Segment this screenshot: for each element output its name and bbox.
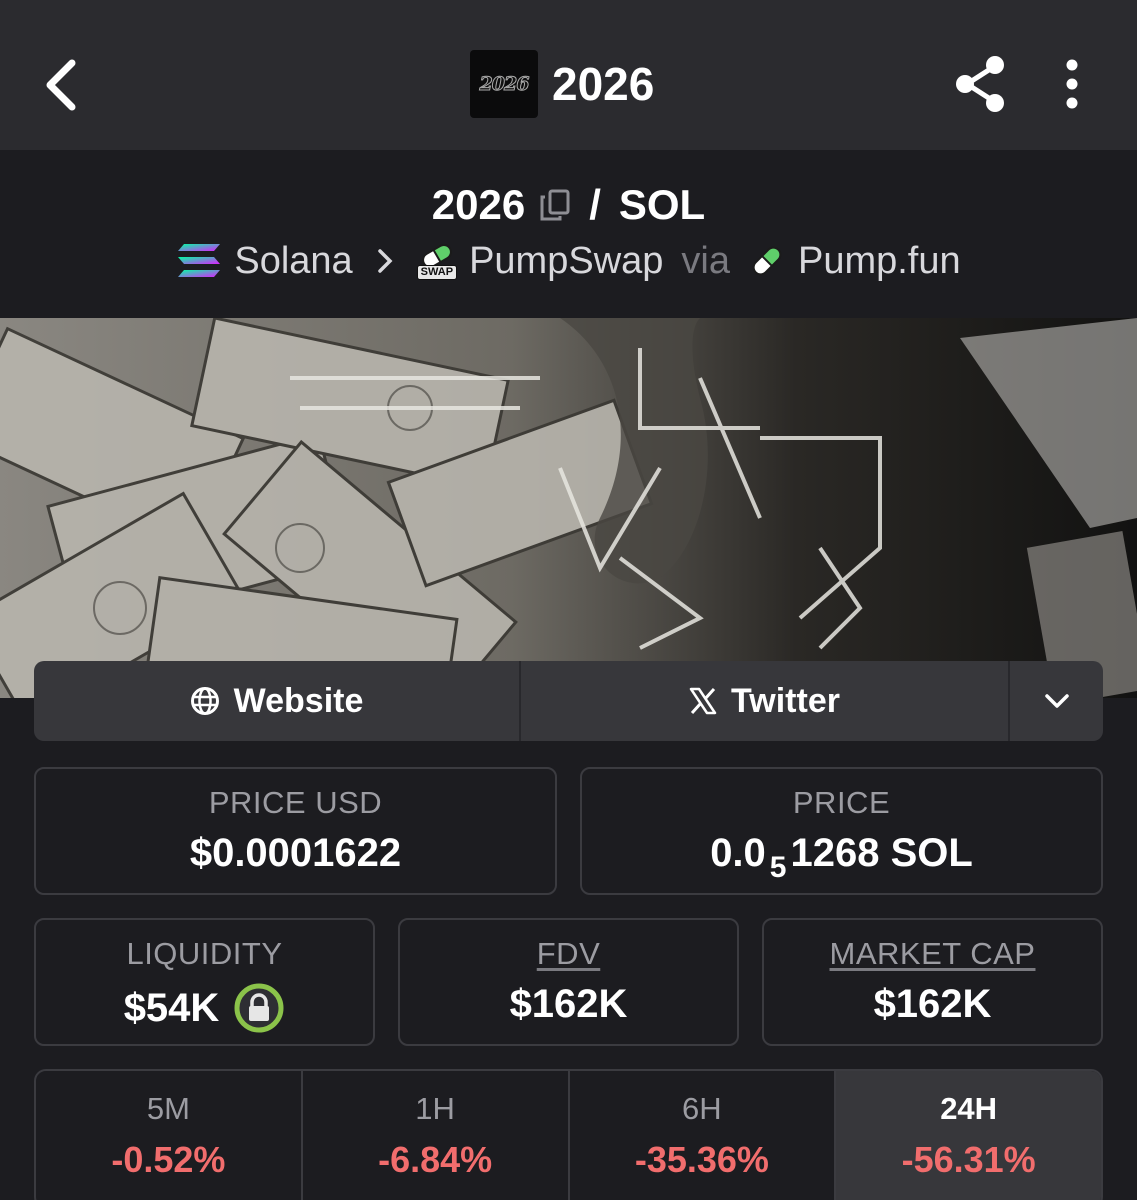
copy-icon <box>540 189 570 221</box>
website-button[interactable]: Website <box>34 661 521 741</box>
chain-name: Solana <box>234 239 353 282</box>
fdv-label-wrap: FDV <box>400 936 737 972</box>
token-logo-text: 2026 <box>479 73 530 96</box>
price-zero-count: 5 <box>769 850 787 884</box>
back-arrow-icon <box>46 59 76 111</box>
price-usd-text: $0.0001622 <box>189 831 402 875</box>
price-change: -0.52% <box>111 1139 226 1180</box>
share-button[interactable] <box>948 52 1012 116</box>
more-options-button[interactable] <box>1046 52 1098 116</box>
dex-name: PumpSwap <box>469 239 664 282</box>
chevron-down-icon <box>1044 694 1069 708</box>
dex-pumpswap[interactable]: SWAP PumpSwap <box>416 239 664 283</box>
fdv-value: $162K <box>400 982 737 1027</box>
social-links-bar: Website Twitter <box>34 661 1103 741</box>
pumpswap-icon: SWAP <box>416 243 458 280</box>
liquidity-label: LIQUIDITY <box>126 936 283 971</box>
tab-label: 24H <box>940 1091 998 1126</box>
pair-separator: / <box>589 181 601 228</box>
launchpad-pumpfun[interactable]: Pump.fun <box>748 240 961 283</box>
fdv-label: FDV <box>536 936 601 971</box>
base-token: 2026 <box>431 181 526 228</box>
price-usd-label: PRICE USD <box>208 785 383 820</box>
pill-icon <box>752 246 782 276</box>
twitter-button[interactable]: Twitter <box>521 661 1010 741</box>
globe-icon <box>190 686 220 716</box>
tab-1h[interactable]: 1H -6.84% <box>303 1071 570 1200</box>
pair-name: 2026 / SOL <box>0 180 1137 230</box>
liquidity-card: LIQUIDITY $54K <box>34 918 375 1046</box>
pair-header: 2026 / SOL Solana SWAP PumpSwap via Pump… <box>0 150 1137 318</box>
price-label: PRICE <box>792 785 891 820</box>
more-links-dropdown[interactable] <box>1010 661 1103 741</box>
liquidity-value: $54K <box>36 982 373 1034</box>
website-label: Website <box>233 681 364 720</box>
via-text: via <box>681 239 730 282</box>
tab-label: 6H <box>682 1091 722 1126</box>
fdv-card[interactable]: FDV $162K <box>398 918 739 1046</box>
quote-token: SOL <box>618 181 706 228</box>
copy-address-button[interactable] <box>539 188 571 222</box>
market-cap-text: $162K <box>873 982 992 1026</box>
chevron-right-icon <box>377 248 393 274</box>
back-button[interactable] <box>30 50 90 120</box>
app-bar: 2026 2026 <box>0 0 1137 150</box>
tab-label: 1H <box>415 1091 455 1126</box>
x-icon <box>689 687 717 715</box>
price-sol-card: PRICE 0.0 5 1268 SOL <box>580 767 1103 895</box>
mcap-label-wrap: MARKET CAP <box>764 936 1101 972</box>
share-icon <box>956 56 1004 112</box>
chain-breadcrumb: Solana SWAP PumpSwap via Pump.fun <box>0 236 1137 286</box>
price-sol-value: 0.0 5 1268 SOL <box>582 831 1101 884</box>
market-cap-card[interactable]: MARKET CAP $162K <box>762 918 1103 1046</box>
tab-label: 5M <box>146 1091 190 1126</box>
launchpad-name: Pump.fun <box>797 239 961 282</box>
price-usd-value: $0.0001622 <box>36 831 555 876</box>
tab-5m[interactable]: 5M -0.52% <box>36 1071 303 1200</box>
lock-icon <box>234 983 284 1033</box>
price-change: -6.84% <box>378 1139 493 1180</box>
token-banner-image <box>0 318 1137 698</box>
liquidity-lock-button[interactable] <box>233 982 285 1034</box>
chain-solana[interactable]: Solana <box>176 239 353 283</box>
fdv-text: $162K <box>509 982 628 1026</box>
price-suffix: 1268 SOL <box>790 831 973 875</box>
timeframe-tabs: 5M -0.52% 1H -6.84% 6H -35.36% 24H -56.3… <box>34 1069 1103 1200</box>
market-cap-label: MARKET CAP <box>829 936 1036 971</box>
tab-6h[interactable]: 6H -35.36% <box>570 1071 837 1200</box>
market-cap-value: $162K <box>764 982 1101 1027</box>
liquidity-text: $54K <box>123 985 220 1030</box>
price-change: -56.31% <box>901 1139 1036 1180</box>
price-change: -35.36% <box>634 1139 769 1180</box>
tab-24h[interactable]: 24H -56.31% <box>836 1071 1101 1200</box>
swap-badge: SWAP <box>416 264 458 280</box>
more-vertical-icon <box>1066 59 1078 109</box>
token-title: 2026 2026 <box>470 50 654 118</box>
twitter-label: Twitter <box>731 681 840 720</box>
token-logo: 2026 <box>470 50 538 118</box>
page-title: 2026 <box>552 58 655 110</box>
price-usd-card: PRICE USD $0.0001622 <box>34 767 557 895</box>
price-prefix: 0.0 <box>710 831 766 875</box>
solana-icon <box>178 244 221 277</box>
